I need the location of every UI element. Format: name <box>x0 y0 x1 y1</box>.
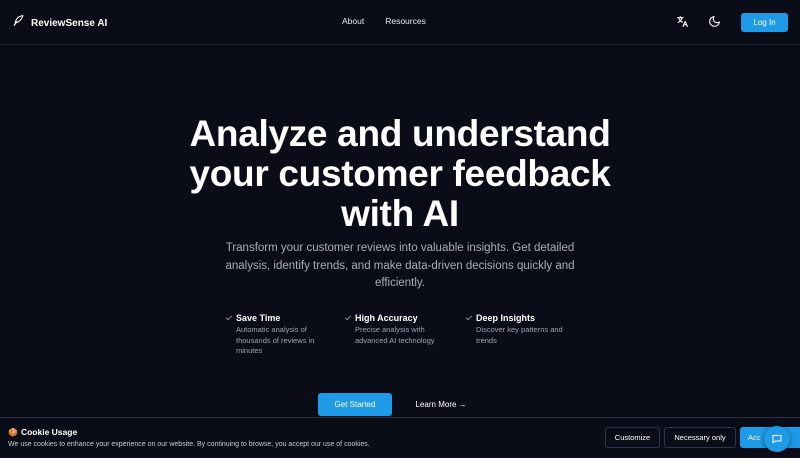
get-started-button[interactable]: Get Started <box>318 393 392 416</box>
nav-resources-link[interactable]: Resources <box>385 16 426 26</box>
cookie-heading: 🍪 Cookie Usage <box>8 427 77 437</box>
feature-description: Precise analysis with advanced AI techno… <box>355 325 435 345</box>
cookie-title: Cookie Usage <box>20 427 78 437</box>
feature-description: Discover key patterns and trends <box>476 325 563 345</box>
main-nav: About Resources <box>342 16 426 26</box>
feature-title: Save Time <box>236 313 281 323</box>
chat-bubble-icon <box>771 433 783 445</box>
nav-about-link[interactable]: About <box>342 16 364 26</box>
moon-icon[interactable] <box>708 15 721 28</box>
check-icon <box>344 314 352 322</box>
feature-title: Deep Insights <box>476 313 536 323</box>
feather-logo-icon <box>12 14 25 32</box>
top-header: ReviewSense AI About Resources Log In <box>0 0 800 45</box>
hero-title-line: Analyze and understand <box>189 113 611 154</box>
chat-button[interactable] <box>764 426 790 452</box>
cookie-banner: 🍪 Cookie Usage We use cookies to enhance… <box>0 417 800 458</box>
arrow-right-icon: → <box>458 400 467 409</box>
hero-subtitle: Transform your customer reviews into val… <box>225 242 575 289</box>
hero-title-line: your customer feedback <box>189 153 611 194</box>
check-icon <box>465 314 473 322</box>
hero-title-line: with AI <box>341 193 459 234</box>
feature-description: Automatic analysis of thousands of revie… <box>236 325 315 355</box>
brand-name: ReviewSense AI <box>31 17 108 29</box>
learn-more-label: Learn More <box>415 400 457 409</box>
cookie-icon: 🍪 <box>8 427 18 437</box>
login-button[interactable]: Log In <box>741 13 788 32</box>
necessary-only-button[interactable]: Necessary only <box>664 427 736 448</box>
landing-page: ReviewSense AI About Resources Log In An… <box>0 0 800 458</box>
hero-title: Analyze and understand your customer fee… <box>0 114 800 234</box>
brand[interactable]: ReviewSense AI <box>12 14 107 32</box>
cookie-text: We use cookies to enhance your experienc… <box>8 441 370 448</box>
customize-button[interactable]: Customize <box>605 427 660 448</box>
check-icon <box>225 314 233 322</box>
feature-title: High Accuracy <box>355 313 418 323</box>
translate-icon[interactable] <box>676 15 689 28</box>
learn-more-button[interactable]: Learn More → <box>410 393 472 416</box>
